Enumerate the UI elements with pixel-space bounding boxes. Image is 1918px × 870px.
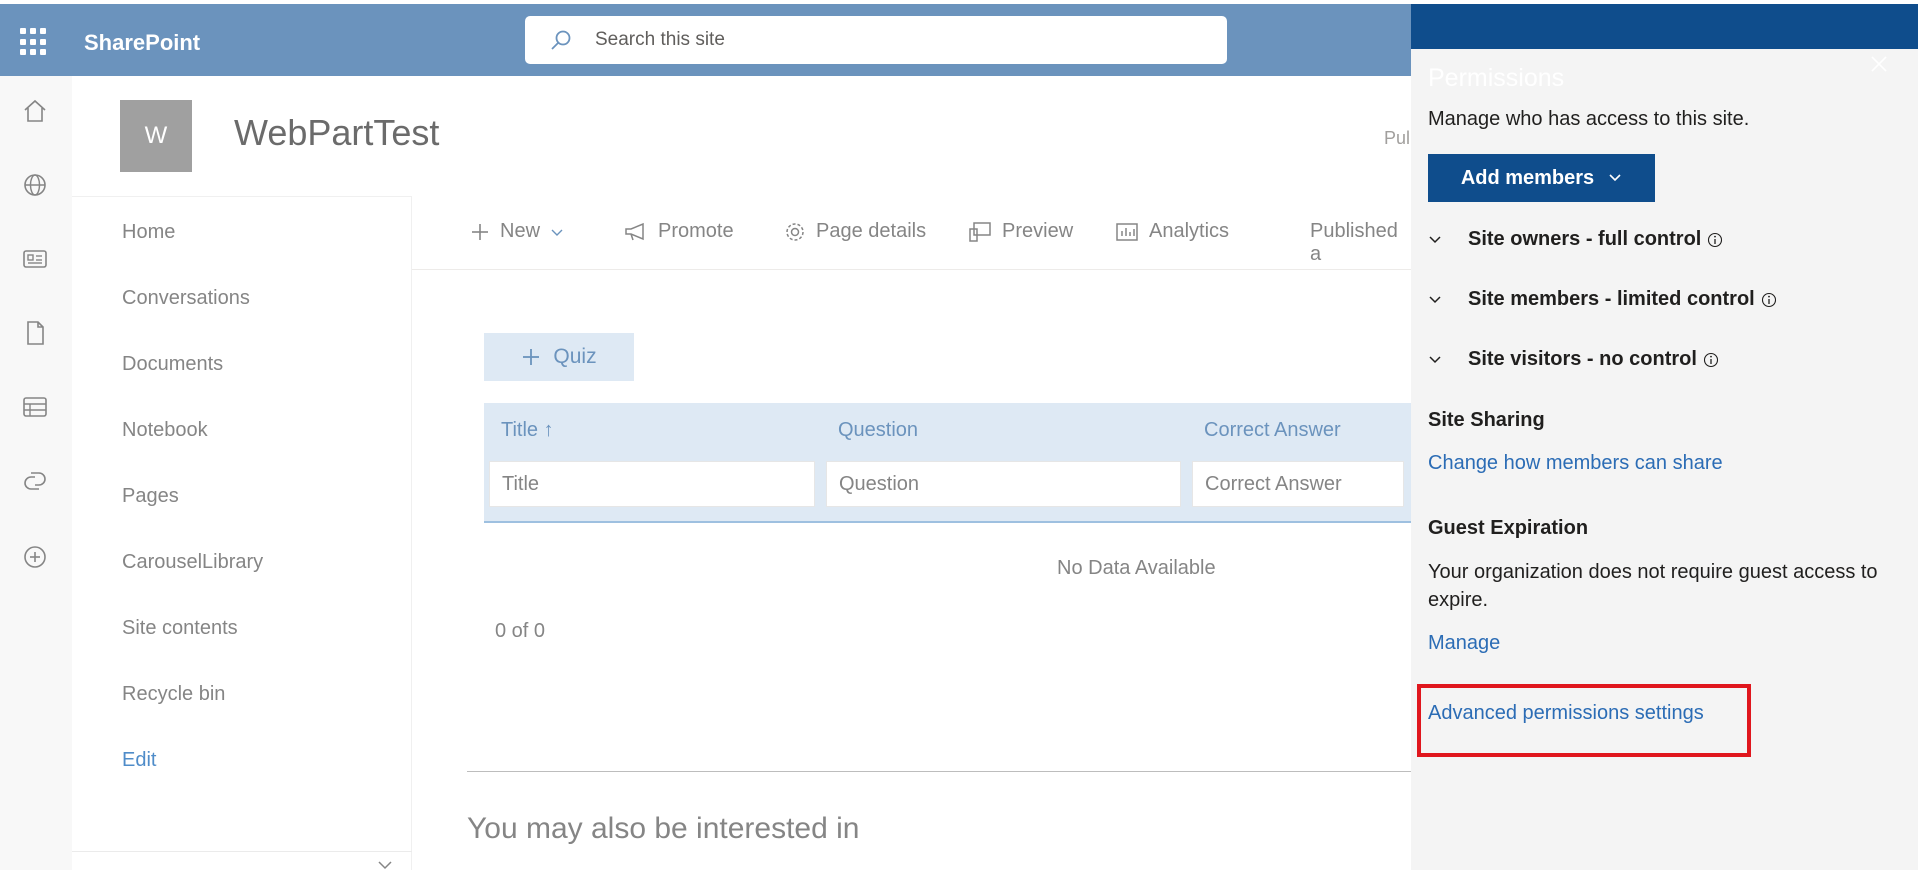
add-quiz-label: Quiz (553, 345, 597, 368)
title-filter-input[interactable] (489, 461, 815, 507)
info-icon[interactable] (1703, 352, 1719, 368)
promote-label: Promote (658, 220, 734, 242)
group-site-members[interactable]: Site members - limited control (1428, 288, 1777, 311)
column-header-correct-answer[interactable]: Correct Answer (1204, 419, 1341, 442)
page-details-label: Page details (816, 220, 927, 242)
nav-footer-divider (72, 851, 412, 852)
permissions-panel: Permissions Manage who has access to thi… (1411, 4, 1918, 870)
add-members-label: Add members (1460, 166, 1595, 189)
nav-collapse-icon[interactable] (377, 857, 393, 870)
group-site-visitors[interactable]: Site visitors - no control (1428, 348, 1719, 371)
news-icon[interactable] (20, 244, 50, 274)
analytics-button[interactable]: Analytics (1115, 220, 1229, 243)
published-tag: Pul (1384, 128, 1411, 148)
nav-item-pages[interactable]: Pages (122, 485, 179, 508)
guest-expiration-text: Your organization does not require guest… (1428, 561, 1878, 611)
preview-label: Preview (1002, 220, 1074, 242)
promote-button[interactable]: Promote (624, 220, 734, 243)
question-filter-input[interactable] (826, 461, 1181, 507)
section-divider (467, 771, 1412, 772)
gear-icon (786, 222, 804, 241)
group-label: Site members - limited control (1468, 288, 1755, 310)
group-site-owners[interactable]: Site owners - full control (1428, 228, 1723, 251)
search-input[interactable] (595, 26, 1195, 54)
site-header: W WebPartTest Pul (72, 76, 1412, 196)
search-icon (551, 30, 571, 50)
sharepoint-brand[interactable]: SharePoint (84, 30, 200, 56)
list-icon[interactable] (20, 392, 50, 422)
analytics-icon (1116, 222, 1138, 241)
column-header-question[interactable]: Question (838, 419, 918, 442)
published-status: Published a (1310, 220, 1412, 266)
app-bar (0, 76, 72, 870)
chevron-down-icon (1428, 293, 1452, 307)
correct-answer-filter-input[interactable] (1192, 461, 1404, 507)
column-header-title[interactable]: Title ↑ (501, 419, 554, 442)
copilot-icon[interactable] (20, 466, 50, 496)
published-label: Published a (1310, 220, 1398, 265)
chevron-down-icon (1609, 174, 1621, 182)
column-title-label: Title (501, 419, 539, 441)
search-box[interactable] (525, 16, 1227, 64)
group-label: Site visitors - no control (1468, 348, 1697, 370)
globe-icon[interactable] (20, 170, 50, 200)
nav-item-documents[interactable]: Documents (122, 353, 223, 376)
site-sharing-heading: Site Sharing (1428, 409, 1545, 431)
command-bar: New Promote Page details Preview Analyti… (412, 196, 1412, 270)
guest-expiration-heading: Guest Expiration (1428, 517, 1589, 539)
nav-item-recycle-bin[interactable]: Recycle bin (122, 683, 225, 706)
quiz-grid: Title ↑ Question Correct Answer (484, 403, 1414, 523)
chevron-down-icon (1428, 233, 1452, 247)
panel-description: Manage who has access to this site. (1428, 108, 1750, 130)
panel-title: Permissions (1428, 64, 1565, 92)
add-quiz-button[interactable]: Quiz (484, 333, 634, 381)
site-logo[interactable]: W (120, 100, 192, 172)
plus-icon (472, 223, 488, 240)
site-title[interactable]: WebPartTest (234, 112, 439, 154)
info-icon[interactable] (1761, 292, 1777, 308)
new-button[interactable]: New (470, 220, 564, 243)
nav-item-site-contents[interactable]: Site contents (122, 617, 238, 640)
nav-item-conversations[interactable]: Conversations (122, 287, 250, 310)
nav-item-carousellibrary[interactable]: CarouselLibrary (122, 551, 263, 574)
new-label: New (500, 220, 541, 242)
add-icon[interactable] (20, 542, 50, 572)
analytics-label: Analytics (1149, 220, 1230, 242)
info-icon[interactable] (1707, 232, 1723, 248)
megaphone-icon (625, 222, 644, 240)
empty-message: No Data Available (1057, 557, 1216, 579)
chevron-down-icon (551, 229, 563, 236)
sort-ascending-icon: ↑ (543, 419, 554, 441)
panel-header-bar (1411, 4, 1918, 49)
app-launcher-icon[interactable] (20, 28, 48, 56)
preview-button[interactable]: Preview (968, 220, 1073, 243)
chevron-down-icon (1428, 353, 1452, 367)
add-members-button[interactable]: Add members (1428, 154, 1655, 202)
nav-item-notebook[interactable]: Notebook (122, 419, 208, 442)
preview-icon (969, 221, 991, 242)
related-heading: You may also be interested in (467, 812, 860, 845)
page-details-button[interactable]: Page details (784, 220, 926, 243)
left-navigation: Home Conversations Documents Notebook Pa… (72, 196, 412, 870)
document-icon[interactable] (20, 318, 50, 348)
close-icon[interactable] (1869, 54, 1889, 79)
group-label: Site owners - full control (1468, 228, 1702, 250)
plus-icon (523, 349, 540, 365)
manage-guest-link[interactable]: Manage (1428, 632, 1500, 655)
paging-status: 0 of 0 (495, 620, 546, 642)
nav-edit-link[interactable]: Edit (122, 749, 156, 772)
home-icon[interactable] (20, 96, 50, 126)
change-sharing-link[interactable]: Change how members can share (1428, 452, 1723, 475)
nav-item-home[interactable]: Home (122, 221, 175, 244)
highlight-box (1417, 684, 1751, 757)
